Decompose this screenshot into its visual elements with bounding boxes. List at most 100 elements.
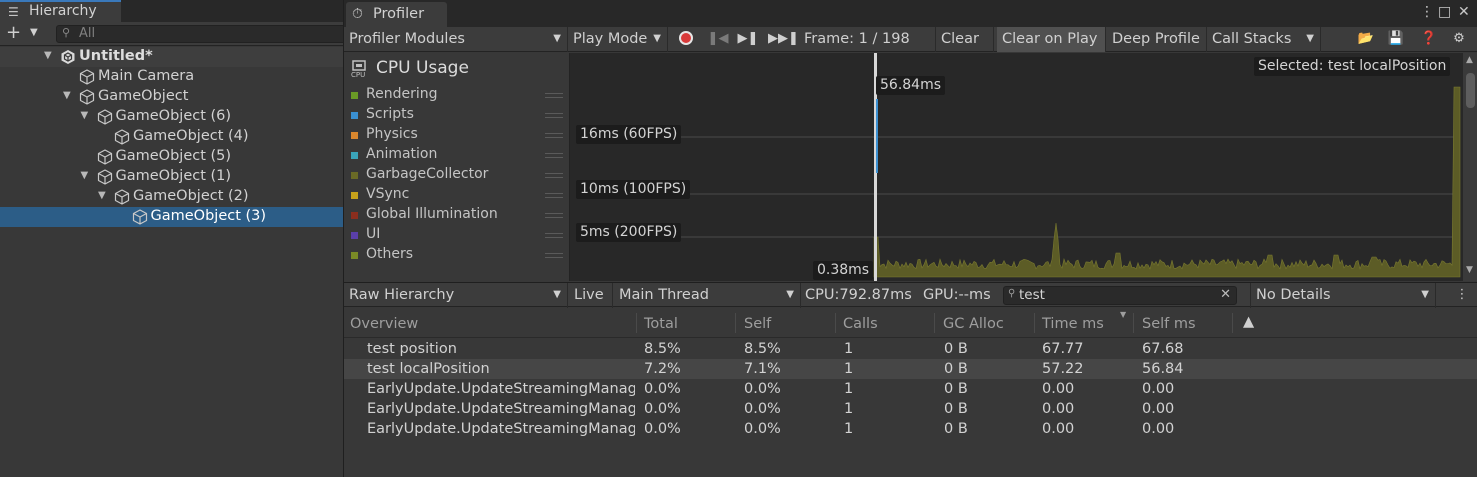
category-color-swatch[interactable] [351, 232, 358, 239]
expand-arrow-icon[interactable]: ▼ [98, 190, 106, 201]
drag-handle-icon[interactable] [545, 253, 563, 258]
category-color-swatch[interactable] [351, 132, 358, 139]
save-button[interactable]: 💾 [1382, 27, 1410, 52]
scroll-down-icon[interactable]: ▼ [1466, 265, 1473, 275]
hierarchy-item[interactable]: ▼ GameObject (6) [0, 107, 343, 127]
category-color-swatch[interactable] [351, 172, 358, 179]
cpu-category-item[interactable]: Animation [351, 145, 563, 165]
column-divider[interactable] [636, 313, 637, 333]
play-mode-dropdown[interactable]: Play Mode ▼ [568, 27, 668, 52]
hierarchy-item[interactable]: GameObject (3) [0, 207, 343, 227]
expand-arrow-icon[interactable]: ▼ [81, 170, 89, 181]
settings-button[interactable]: ⚙ [1446, 27, 1472, 52]
table-row[interactable]: EarlyUpdate.UpdateStreamingManag 0.0% 0.0%… [344, 419, 1477, 439]
cpu-category-item[interactable]: Physics [351, 125, 563, 145]
drag-handle-icon[interactable] [545, 113, 563, 118]
hierarchy-item[interactable]: GameObject (5) [0, 147, 343, 167]
maximize-icon[interactable]: □ [1438, 4, 1451, 20]
column-header[interactable]: Calls [843, 316, 878, 332]
drag-handle-icon[interactable] [545, 173, 563, 178]
thread-dropdown[interactable]: Main Thread ▼ [614, 283, 801, 308]
deep-profile-toggle[interactable]: Deep Profile [1107, 27, 1207, 52]
drag-handle-icon[interactable] [545, 153, 563, 158]
load-button[interactable]: 📂 [1352, 27, 1380, 52]
drag-handle-icon[interactable] [545, 213, 563, 218]
drag-handle-icon[interactable] [545, 93, 563, 98]
column-divider[interactable] [1232, 313, 1233, 333]
more-options-icon[interactable]: ⋮ [1420, 4, 1434, 20]
chart-scrollbar[interactable]: ▲ ▼ [1463, 53, 1477, 281]
drag-handle-icon[interactable] [545, 193, 563, 198]
cpu-category-item[interactable]: Others [351, 245, 563, 265]
previous-frame-button[interactable]: ❚◀ [704, 27, 732, 52]
help-button[interactable]: ❓ [1416, 27, 1442, 52]
cpu-category-item[interactable]: UI [351, 225, 563, 245]
current-frame-button[interactable]: ▶▶❚ [768, 27, 799, 52]
table-row[interactable]: EarlyUpdate.UpdateStreamingManag 0.0% 0.0%… [344, 399, 1477, 419]
details-dropdown[interactable]: No Details ▼ [1250, 283, 1436, 308]
column-header[interactable]: GC Alloc [943, 316, 1004, 332]
category-color-swatch[interactable] [351, 92, 358, 99]
table-row[interactable]: EarlyUpdate.UpdateStreamingManag 0.0% 0.0%… [344, 379, 1477, 399]
record-button[interactable] [670, 27, 702, 52]
drag-handle-icon[interactable] [545, 233, 563, 238]
table-cell: 0.00 [1142, 421, 1175, 437]
add-object-button[interactable]: + ▼ [6, 23, 42, 45]
hierarchy-item[interactable]: ▼ GameObject [0, 87, 343, 107]
category-color-swatch[interactable] [351, 252, 358, 259]
clear-button[interactable]: Clear [936, 27, 994, 52]
scroll-up-icon[interactable]: ▲ [1466, 55, 1473, 65]
hierarchy-item[interactable]: GameObject (4) [0, 127, 343, 147]
category-color-swatch[interactable] [351, 152, 358, 159]
cpu-usage-chart[interactable]: 16ms (60FPS) 10ms (100FPS) 5ms (200FPS) … [570, 53, 1463, 281]
cpu-category-item[interactable]: GarbageCollector [351, 165, 563, 185]
cpu-category-item[interactable]: Global Illumination [351, 205, 563, 225]
view-type-dropdown[interactable]: Raw Hierarchy ▼ [344, 283, 568, 308]
category-color-swatch[interactable] [351, 212, 358, 219]
unity-scene-icon [60, 49, 76, 65]
sample-search-input[interactable]: ⚲ test ✕ [1003, 286, 1237, 305]
cpu-category-item[interactable]: Scripts [351, 105, 563, 125]
column-divider[interactable] [835, 313, 836, 333]
profiler-tab[interactable]: ⏱ Profiler [346, 2, 447, 27]
hierarchy-item[interactable]: Main Camera [0, 67, 343, 87]
column-header[interactable]: Self [744, 316, 771, 332]
warning-column-icon[interactable]: ▲ [1243, 314, 1254, 330]
hierarchy-search-input[interactable]: ⚲ All [56, 25, 346, 43]
hierarchy-tab[interactable]: ☰ Hierarchy [0, 0, 121, 22]
cpu-module-panel[interactable]: CPU CPU Usage Rendering Scripts Physics Ani… [344, 53, 570, 281]
hierarchy-item-label: GameObject (5) [115, 148, 232, 164]
cpu-category-item[interactable]: Rendering [351, 85, 563, 105]
table-row[interactable]: test position 8.5% 8.5% 1 0 B 67.77 67.68 [344, 339, 1477, 359]
hierarchy-item[interactable]: ▼ GameObject (1) [0, 167, 343, 187]
hierarchy-search-placeholder: All [79, 26, 96, 41]
profiler-modules-dropdown[interactable]: Profiler Modules ▼ [344, 27, 568, 52]
category-color-swatch[interactable] [351, 112, 358, 119]
close-icon[interactable]: ✕ [1458, 4, 1470, 20]
column-header[interactable]: Time ms [1042, 316, 1104, 332]
column-divider[interactable] [934, 313, 935, 333]
expand-arrow-icon[interactable]: ▼ [81, 110, 89, 121]
cpu-category-item[interactable]: VSync [351, 185, 563, 205]
column-divider[interactable] [1133, 313, 1134, 333]
table-row[interactable]: test localPosition 7.2% 7.1% 1 0 B 57.22 56.84 [344, 359, 1477, 379]
details-options-button[interactable]: ⋮ [1450, 283, 1474, 308]
column-header[interactable]: Self ms [1142, 316, 1196, 332]
column-header[interactable]: Total [644, 316, 678, 332]
column-divider[interactable] [735, 313, 736, 333]
expand-arrow-icon[interactable]: ▼ [44, 50, 52, 61]
live-toggle[interactable]: Live [569, 283, 613, 308]
clear-on-play-toggle[interactable]: Clear on Play [997, 27, 1106, 52]
scene-item[interactable]: ▼ Untitled* [0, 47, 343, 67]
column-header[interactable]: Overview [350, 316, 418, 332]
clear-search-icon[interactable]: ✕ [1220, 287, 1231, 302]
hierarchy-item[interactable]: ▼ GameObject (2) [0, 187, 343, 207]
stopwatch-icon: ⏱ [352, 6, 363, 22]
scrollbar-thumb[interactable] [1466, 73, 1475, 108]
column-divider[interactable] [1034, 313, 1035, 333]
call-stacks-dropdown[interactable]: Call Stacks ▼ [1207, 27, 1321, 52]
next-frame-button[interactable]: ▶❚ [734, 27, 762, 52]
drag-handle-icon[interactable] [545, 133, 563, 138]
category-color-swatch[interactable] [351, 192, 358, 199]
expand-arrow-icon[interactable]: ▼ [63, 90, 71, 101]
